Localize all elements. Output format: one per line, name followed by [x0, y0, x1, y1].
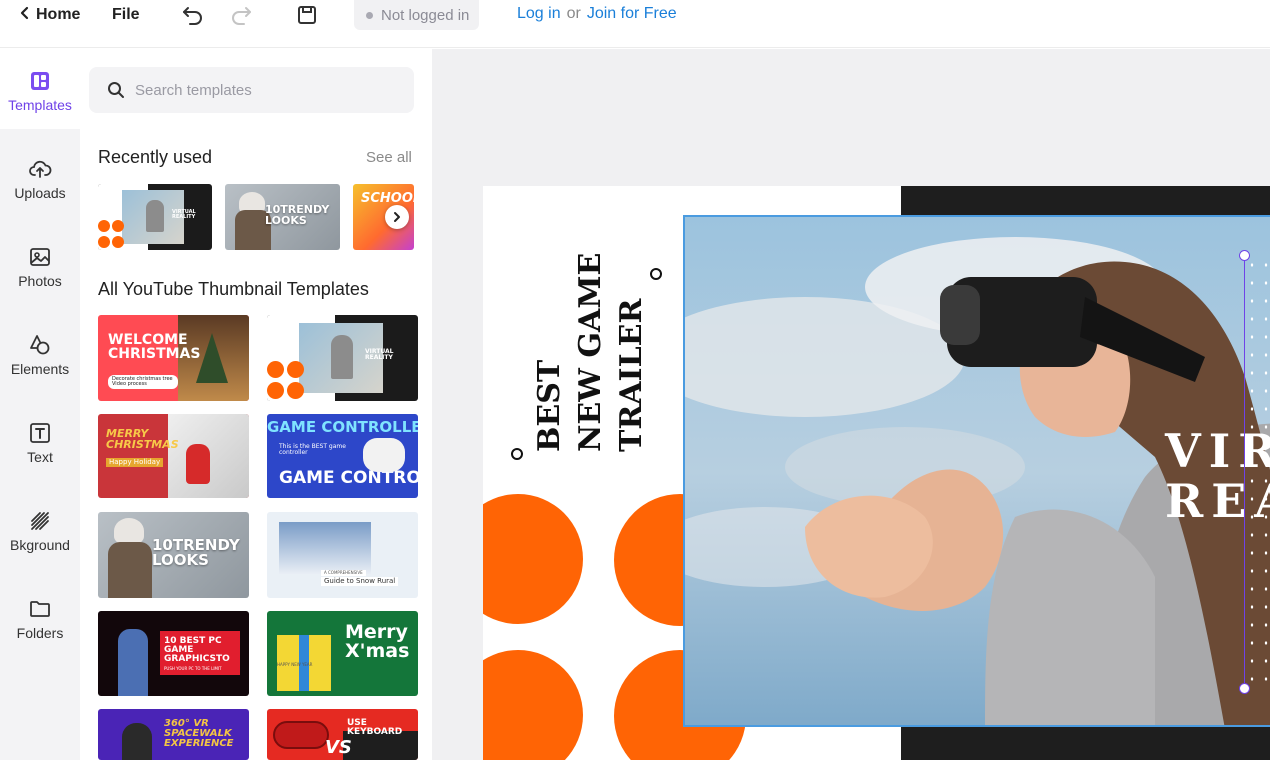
sidebar-item-text[interactable]: Text	[0, 401, 80, 481]
chevron-left-icon	[20, 6, 30, 25]
thumb-text: WELCOME CHRISTMAS	[108, 332, 201, 362]
background-icon	[31, 512, 49, 530]
login-link[interactable]: Log in	[517, 5, 561, 23]
sidebar-item-folders[interactable]: Folders	[0, 577, 80, 657]
templates-icon	[31, 72, 49, 90]
status-dot-icon	[366, 11, 373, 19]
shapes-icon	[30, 335, 50, 355]
resize-handle[interactable]	[1239, 683, 1250, 694]
folder-icon	[30, 601, 50, 617]
image-icon	[30, 248, 50, 266]
search-box	[89, 67, 414, 113]
title-line-3: TRAILER	[614, 297, 649, 452]
home-button[interactable]: Home	[20, 6, 80, 24]
auth-links: Log in or Join for Free	[517, 5, 677, 23]
see-all-link[interactable]: See all	[366, 149, 412, 166]
recent-title: Recently used	[98, 147, 213, 167]
sidebar-item-label: Elements	[10, 361, 70, 377]
title-line-1: BEST	[532, 359, 567, 452]
sidebar-item-label: Folders	[16, 625, 64, 641]
thumb-subtext: PUSH YOUR PC TO THE LIMIT	[164, 666, 222, 671]
template-thumb[interactable]: 10 BEST PC GAME GRAPHICSTO PUSH YOUR PC …	[98, 611, 249, 696]
thumb-text: 10 BEST PC GAME GRAPHICSTO	[164, 636, 230, 664]
design-canvas[interactable]: BEST NEW GAME TRAILER VI RE	[483, 186, 1270, 760]
thumb-text: 360° VR SPACEWALK EXPERIENCE	[164, 718, 234, 749]
thumb-text: MERRY CHRISTMAS	[106, 427, 179, 451]
sidebar-item-label: Text	[27, 449, 53, 465]
template-thumb[interactable]: 360° VR SPACEWALK EXPERIENCE	[98, 709, 249, 760]
thumb-subtext: This is the BEST game controller	[279, 443, 346, 456]
orange-circle	[483, 494, 583, 624]
login-status-badge: Not logged in	[354, 0, 480, 30]
template-thumb[interactable]: USE KEYBOARD VS	[267, 709, 418, 760]
template-thumb[interactable]: A COMPREHENSIVE Guide to Snow Rural	[267, 512, 418, 598]
home-label: Home	[36, 6, 81, 23]
thumb-subtext: HAPPY NEW YEAR	[277, 662, 313, 667]
sidebar-rail: Templates Uploads Photos Elements Text B…	[0, 49, 80, 760]
thumb-text: 10TRENDY LOOKS	[265, 203, 330, 227]
or-label: or	[566, 5, 581, 22]
thumb-text-secondary: GAME CONTROLLE	[279, 468, 418, 488]
template-thumb[interactable]: WELCOME CHRISTMAS Decorate christmas tre…	[98, 315, 249, 401]
search-input[interactable]	[135, 81, 395, 99]
sidebar-item-background[interactable]: Bkground	[0, 489, 80, 569]
recent-template-thumb[interactable]: VIRTUAL REALITY	[98, 184, 212, 250]
thumb-text: GAME CONTROLLERS	[267, 418, 418, 436]
chevron-right-icon	[394, 212, 400, 222]
template-thumb[interactable]: 10TRENDY LOOKS	[98, 512, 249, 598]
template-thumb[interactable]: VIRTUAL REALITY	[267, 315, 418, 401]
template-thumb[interactable]: Merry X'mas HAPPY NEW YEAR	[267, 611, 418, 696]
save-icon[interactable]	[294, 2, 320, 28]
undo-icon[interactable]	[180, 2, 206, 28]
sidebar-item-elements[interactable]: Elements	[0, 313, 80, 393]
vr-photo-art: VIR REA	[685, 217, 1270, 725]
join-link[interactable]: Join for Free	[587, 5, 677, 23]
sidebar-item-label: Photos	[18, 273, 62, 289]
thumb-text: Guide to Snow Rural	[321, 577, 399, 586]
thumb-subtext: Decorate christmas tree Video process	[108, 375, 178, 389]
canvas-area: BEST NEW GAME TRAILER VI RE	[432, 49, 1270, 760]
vr-photo[interactable]: VIR REA	[683, 215, 1270, 727]
search-icon	[108, 82, 124, 98]
file-menu[interactable]: File	[112, 6, 140, 24]
thumb-subtext: A COMPREHENSIVE	[321, 570, 366, 576]
top-bar: Home File Not logged in Log in or Join f…	[0, 0, 1270, 48]
vertical-title[interactable]: BEST NEW GAME TRAILER	[525, 252, 665, 452]
sidebar-item-photos[interactable]: Photos	[0, 225, 80, 305]
thumb-text: SCHOOL	[361, 191, 414, 206]
orange-circle	[483, 650, 583, 760]
templates-panel: Recently used See all VIRTUAL REALITY 10…	[80, 49, 432, 760]
text-icon	[30, 423, 50, 443]
resize-handle[interactable]	[1239, 250, 1250, 261]
sidebar-item-label: Bkground	[10, 537, 70, 553]
sidebar-item-label: Uploads	[14, 185, 66, 201]
sidebar-item-label: Templates	[8, 97, 72, 113]
sidebar-item-uploads[interactable]: Uploads	[0, 137, 80, 217]
thumb-text: VIRTUAL REALITY	[172, 209, 196, 220]
ring-decoration	[511, 448, 523, 460]
thumb-text: USE KEYBOARD	[347, 718, 403, 737]
recent-template-thumb[interactable]: 10TRENDY LOOKS	[225, 184, 340, 250]
thumb-text: VIRTUAL REALITY	[365, 348, 394, 361]
recent-next-button[interactable]	[385, 205, 409, 229]
redo-icon[interactable]	[228, 2, 254, 28]
template-thumb[interactable]: GAME CONTROLLERS This is the BEST game c…	[267, 414, 418, 498]
thumb-subtext: Happy Holiday	[106, 458, 164, 467]
selection-box[interactable]	[1244, 256, 1270, 690]
status-label: Not logged in	[381, 6, 470, 24]
all-templates-title: All YouTube Thumbnail Templates	[98, 279, 369, 299]
title-line-2: NEW GAME	[573, 253, 608, 452]
template-thumb[interactable]: MERRY CHRISTMAS Happy Holiday	[98, 414, 249, 498]
thumb-text: Merry X'mas	[345, 621, 410, 662]
thumb-subtext: VS	[325, 737, 352, 758]
cloud-upload-icon	[29, 160, 52, 178]
thumb-text: 10TRENDY LOOKS	[152, 536, 240, 569]
sidebar-item-templates[interactable]: Templates	[0, 49, 80, 129]
